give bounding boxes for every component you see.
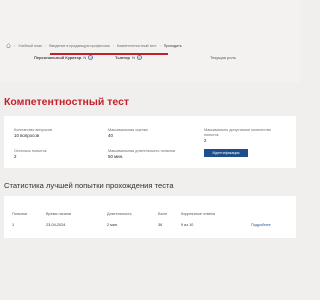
tutor-label: Тьютор (115, 55, 130, 60)
current-role: Текущая роль (210, 55, 236, 60)
cell-correct: 9 из 10 (181, 223, 194, 227)
max-attempts: Максимально допустимое количество попыто… (204, 128, 280, 143)
header-attempt: Попытки (12, 212, 28, 216)
personal-curator-role[interactable]: Персональный Куратор N ? (34, 55, 94, 60)
max-duration-value: 50 мин. (108, 154, 124, 160)
cell-duration: 2 мин. (107, 223, 119, 227)
identification-button[interactable]: Идентификация (204, 149, 248, 157)
breadcrumb-item-current: Проходить (163, 43, 182, 48)
attempts-left-value: 2 (14, 154, 17, 160)
home-icon[interactable] (6, 43, 11, 48)
max-duration-label: Максимальная длительность попытки (108, 149, 176, 153)
tutor-flag: N (131, 55, 135, 60)
tutor-role[interactable]: Тьютор N ? (115, 55, 142, 60)
breadcrumb: › Учебный план › Введение в продающую пр… (6, 43, 182, 48)
personal-curator-flag: N (83, 55, 87, 60)
max-attempts-value: 2 (204, 137, 207, 143)
max-score-value: 40 (108, 133, 113, 139)
max-attempts-label: Максимально допустимое количество попыто… (204, 128, 271, 137)
details-link[interactable]: Подробнее (251, 223, 271, 227)
breadcrumb-item-plan[interactable]: Учебный план (18, 44, 42, 48)
top-bar (0, 0, 300, 82)
questions-label: Количество вопросов (14, 128, 52, 132)
cell-start-time: 23-04-2024 (46, 223, 66, 227)
max-duration: Максимальная длительность попытки 50 мин… (108, 149, 175, 160)
breadcrumb-item-course[interactable]: Введение в продающую профессию (49, 44, 110, 48)
attempts-left-label: Осталось попыток (14, 149, 47, 153)
cell-attempt: 1 (12, 223, 15, 227)
header-correct: Корректные ответы (181, 212, 216, 216)
stats-section-title: Статистика лучшей попытки прохождения те… (4, 181, 174, 190)
max-score: Максимальная оценка 40 (108, 128, 148, 139)
roles-bar: Персональный Куратор N ? Тьютор N ? Теку… (0, 55, 300, 63)
questions-count: Количество вопросов 10 вопросов (14, 128, 52, 139)
header-score: Балл (158, 212, 168, 216)
personal-curator-label: Персональный Куратор (34, 55, 82, 60)
attempts-table: Попытки Время начала Длительность Балл К… (4, 196, 296, 238)
questions-value: 10 вопросов (14, 133, 40, 139)
max-score-label: Максимальная оценка (108, 128, 148, 132)
breadcrumb-item-test[interactable]: Компетентностный тест (117, 44, 157, 48)
current-role-label: Текущая роль (210, 55, 236, 60)
page-title: Компетентностный тест (4, 96, 130, 108)
test-summary-card: Количество вопросов 10 вопросов Максимал… (4, 116, 296, 168)
header-duration: Длительность (107, 212, 132, 216)
info-icon[interactable]: ? (136, 55, 142, 60)
header-start-time: Время начала (46, 212, 72, 216)
attempts-left: Осталось попыток 2 (14, 149, 46, 160)
info-icon[interactable]: ? (88, 55, 94, 60)
cell-score: 36 (158, 223, 163, 227)
